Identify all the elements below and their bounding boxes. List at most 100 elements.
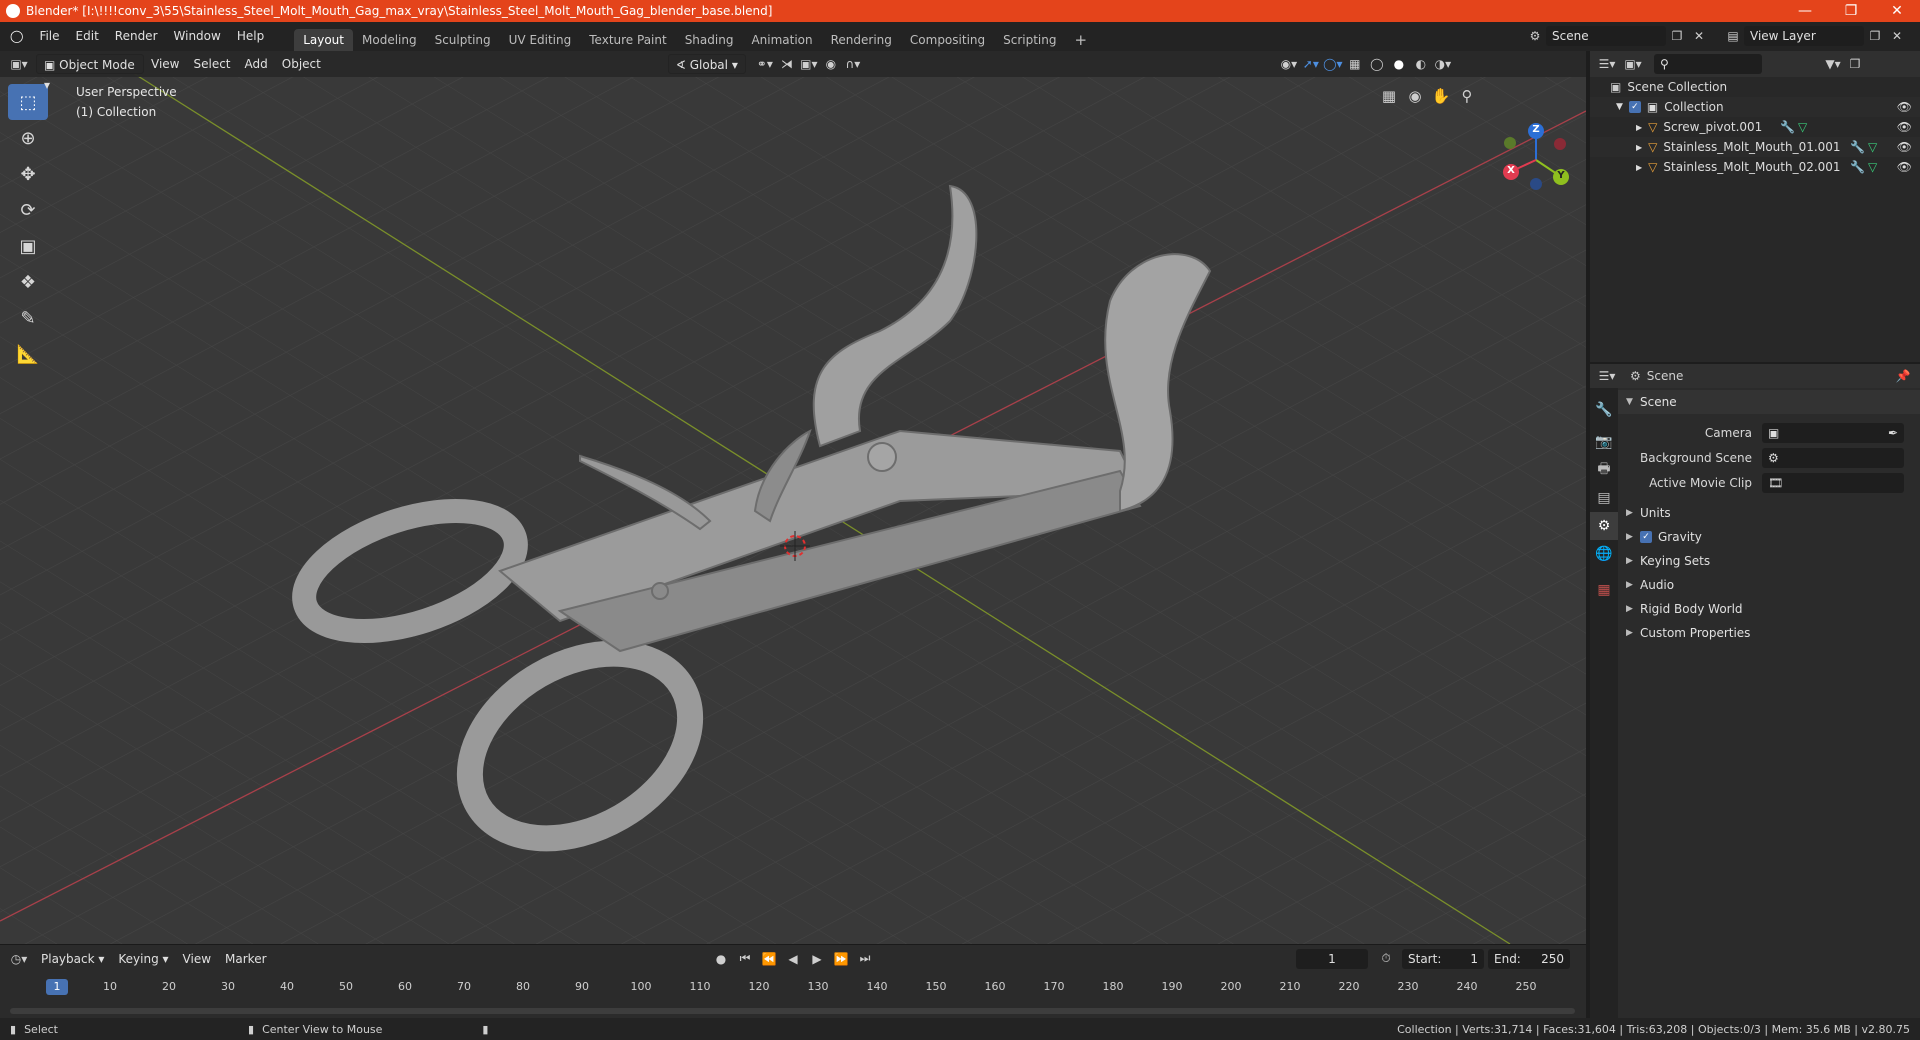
view-layer-tab-icon[interactable]: ▤	[1590, 484, 1618, 512]
play-icon[interactable]: ▶	[806, 949, 828, 969]
custom-properties-panel-header[interactable]: ▶ Custom Properties	[1618, 621, 1920, 645]
falloff-icon[interactable]: ∩▾	[842, 54, 864, 74]
tab-texture-paint[interactable]: Texture Paint	[580, 29, 675, 51]
menu-window[interactable]: Window	[166, 22, 229, 51]
properties-editor-type-icon[interactable]: ☰▾	[1596, 366, 1618, 386]
jump-end-icon[interactable]: ⏭	[854, 949, 876, 969]
movie-clip-field[interactable]: 🎞	[1762, 472, 1904, 493]
menu-file[interactable]: File	[31, 22, 67, 51]
rigid-body-panel-header[interactable]: ▶ Rigid Body World	[1618, 597, 1920, 621]
rendered-shading-icon[interactable]: ◑▾	[1432, 54, 1454, 74]
measure-tool-icon[interactable]: 📐	[8, 336, 48, 372]
outliner-editor-type-icon[interactable]: ☰▾	[1596, 54, 1618, 74]
menu-select[interactable]: Select	[186, 54, 237, 74]
minimize-icon[interactable]: —	[1782, 0, 1828, 22]
proportional-edit-icon[interactable]: ◉	[820, 54, 842, 74]
jump-start-icon[interactable]: ⏮	[734, 949, 756, 969]
view-layer-field[interactable]: View Layer	[1744, 26, 1864, 46]
gravity-checkbox[interactable]: ✓	[1640, 531, 1652, 543]
timeline-menu-view[interactable]: View	[176, 949, 218, 969]
wireframe-shading-icon[interactable]: ◯	[1366, 54, 1388, 74]
menu-object[interactable]: Object	[275, 54, 328, 74]
menu-render[interactable]: Render	[107, 22, 166, 51]
menu-view[interactable]: View	[144, 54, 186, 74]
tab-sculpting[interactable]: Sculpting	[426, 29, 500, 51]
solid-shading-icon[interactable]: ●	[1388, 54, 1410, 74]
view-layer-icon[interactable]: ▤	[1722, 26, 1744, 46]
stopwatch-icon[interactable]: ⏱	[1375, 949, 1397, 969]
modifier-wrench-icon[interactable]: 🔧	[1850, 140, 1865, 154]
tab-layout[interactable]: Layout	[294, 29, 353, 51]
editor-type-icon[interactable]: ▣▾	[8, 54, 30, 74]
modifier-wrench-icon[interactable]: 🔧	[1850, 160, 1865, 174]
blender-menu-icon[interactable]: ◯	[0, 22, 31, 51]
new-scene-icon[interactable]: ❐	[1666, 26, 1688, 46]
remove-scene-icon[interactable]: ✕	[1688, 26, 1710, 46]
transform-tool-icon[interactable]: ❖	[8, 264, 48, 300]
world-tab-icon[interactable]: 🌐	[1590, 540, 1618, 568]
maximize-icon[interactable]: ❐	[1828, 0, 1874, 22]
snap-icon[interactable]: ⧕	[776, 54, 798, 74]
prev-keyframe-icon[interactable]: ⏪	[758, 949, 780, 969]
output-tab-icon[interactable]: 🖶	[1590, 456, 1618, 484]
remove-view-layer-icon[interactable]: ✕	[1886, 26, 1908, 46]
timeline-menu-marker[interactable]: Marker	[218, 949, 273, 969]
annotate-tool-icon[interactable]: ✎	[8, 300, 48, 336]
playback-dropdown[interactable]: Playback ▾	[34, 949, 111, 969]
xray-icon[interactable]: ▦	[1344, 54, 1366, 74]
scene-tab-icon[interactable]: ⚙	[1590, 512, 1618, 540]
new-view-layer-icon[interactable]: ❐	[1864, 26, 1886, 46]
scale-tool-icon[interactable]: ▣	[8, 228, 48, 264]
keying-dropdown[interactable]: Keying ▾	[111, 949, 175, 969]
tab-animation[interactable]: Animation	[742, 29, 821, 51]
cursor-tool-icon[interactable]: ⊕	[8, 120, 48, 156]
camera-view-icon[interactable]: ◉	[1404, 86, 1426, 106]
object-visibility-icon[interactable]: 👁	[1897, 120, 1912, 134]
select-box-tool-icon[interactable]: ⬚	[8, 84, 48, 120]
background-scene-field[interactable]: ⚙	[1762, 447, 1904, 468]
tab-uv-editing[interactable]: UV Editing	[500, 29, 581, 51]
expand-icon[interactable]: ▶	[1636, 123, 1642, 132]
expand-icon[interactable]: ▶	[1636, 163, 1642, 172]
close-icon[interactable]: ✕	[1874, 0, 1920, 22]
next-keyframe-icon[interactable]: ⏩	[830, 949, 852, 969]
scene-icon[interactable]: ⚙	[1524, 26, 1546, 46]
outliner-collection[interactable]: ▼ ✓ ▣ Collection 👁	[1590, 97, 1920, 117]
tool-tab-icon[interactable]: 🔧	[1590, 396, 1618, 424]
tab-scripting[interactable]: Scripting	[994, 29, 1065, 51]
scene-field[interactable]: Scene	[1546, 26, 1666, 46]
mesh-data-icon[interactable]: ▽	[1868, 160, 1877, 174]
timeline[interactable]: 1 10 20 30 40 50 60 70 80 90 100 110 120 130 140 150 160…	[0, 972, 1586, 1018]
gizmo-toggle-icon[interactable]: ➚▾	[1300, 54, 1322, 74]
display-mode-icon[interactable]: ▣▾	[1622, 54, 1644, 74]
collapse-icon[interactable]: ▼	[1616, 102, 1623, 112]
pin-icon[interactable]: 📌	[1892, 366, 1914, 386]
start-frame-field[interactable]: Start: 1	[1402, 948, 1484, 969]
keying-sets-panel-header[interactable]: ▶ Keying Sets	[1618, 549, 1920, 573]
render-tab-icon[interactable]: 📷	[1590, 428, 1618, 456]
tab-shading[interactable]: Shading	[676, 29, 743, 51]
outliner-search-input[interactable]: ⚲	[1654, 54, 1762, 74]
move-tool-icon[interactable]: ✥	[8, 156, 48, 192]
scene-panel-header[interactable]: ▼ Scene	[1618, 390, 1920, 414]
outliner-object-row[interactable]: ▶ ▽ Stainless_Molt_Mouth_02.001 🔧 ▽ 👁	[1590, 157, 1920, 177]
units-panel-header[interactable]: ▶ Units	[1618, 501, 1920, 525]
menu-edit[interactable]: Edit	[68, 22, 107, 51]
menu-add[interactable]: Add	[238, 54, 275, 74]
collection-visibility-icon[interactable]: 👁	[1897, 100, 1912, 114]
outliner-object-row[interactable]: ▶ ▽ Screw_pivot.001 🔧 ▽ 👁	[1590, 117, 1920, 137]
outliner-scene-collection[interactable]: ▣ Scene Collection	[1590, 77, 1920, 97]
menu-help[interactable]: Help	[229, 22, 272, 51]
timeline-editor-type-icon[interactable]: ◷▾	[8, 949, 30, 969]
tab-compositing[interactable]: Compositing	[901, 29, 994, 51]
end-frame-field[interactable]: End: 250	[1488, 948, 1570, 969]
record-icon[interactable]: ●	[710, 949, 732, 969]
timeline-scrollbar[interactable]	[10, 1008, 1575, 1014]
filter-icon[interactable]: ▼▾	[1822, 54, 1844, 74]
collection-checkbox[interactable]: ✓	[1628, 101, 1641, 113]
snap-target-icon[interactable]: ▣▾	[798, 54, 820, 74]
expand-icon[interactable]: ▶	[1636, 143, 1642, 152]
tab-modeling[interactable]: Modeling	[353, 29, 426, 51]
mesh-data-icon[interactable]: ▽	[1868, 140, 1877, 154]
add-workspace-icon[interactable]: +	[1066, 29, 1097, 51]
